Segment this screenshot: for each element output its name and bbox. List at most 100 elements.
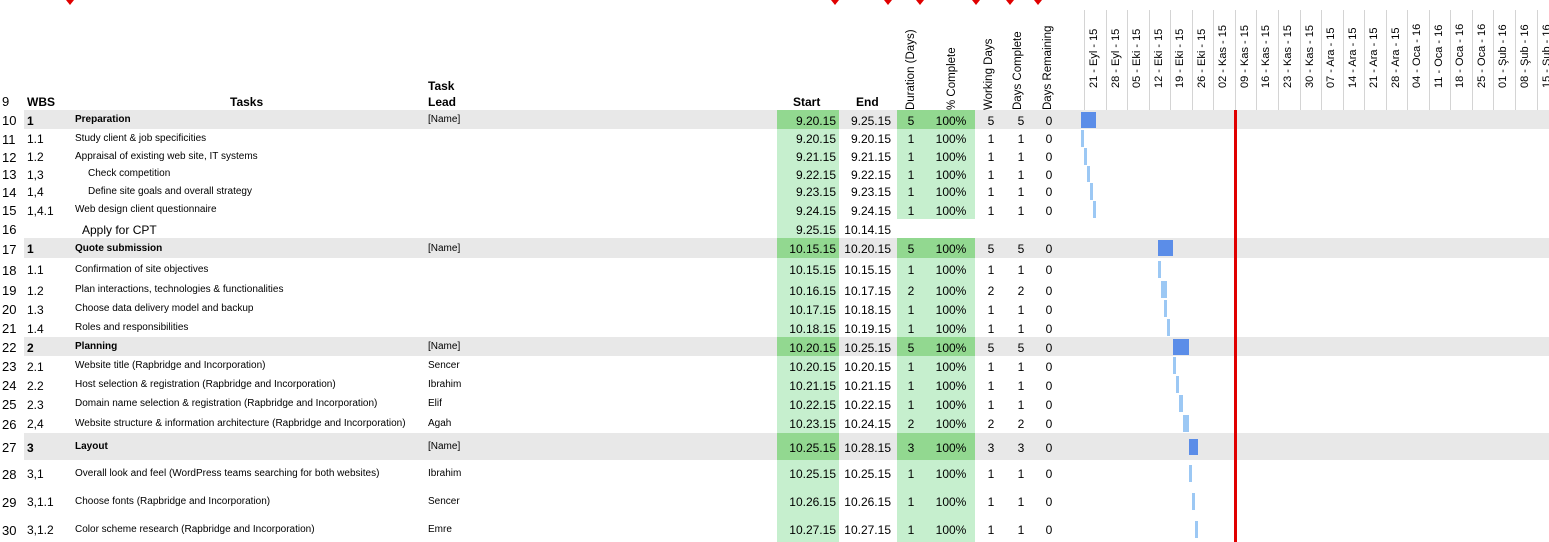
row-number[interactable]: 28 [2, 467, 24, 482]
gantt-task-bar[interactable] [1194, 520, 1198, 538]
days-complete-header[interactable]: Days Complete [1012, 31, 1024, 110]
task-lead-cell[interactable]: Elif [428, 398, 442, 409]
pct-complete-cell[interactable]: 100% [930, 441, 972, 455]
end-date-cell[interactable]: 10.27.15 [839, 523, 891, 537]
task-name-cell[interactable]: Check competition [88, 168, 170, 179]
end-date-cell[interactable]: 10.18.15 [839, 303, 891, 317]
days-remaining-cell[interactable]: 0 [1038, 263, 1060, 277]
working-days-cell[interactable]: 1 [980, 204, 1002, 218]
working-days-cell[interactable]: 3 [980, 441, 1002, 455]
pct-complete-cell[interactable]: 100% [930, 360, 972, 374]
days-complete-cell[interactable]: 1 [1010, 523, 1032, 537]
pct-complete-cell[interactable]: 100% [930, 150, 972, 164]
duration-cell[interactable]: 1 [900, 263, 922, 277]
task-name-cell[interactable]: Study client & job specificities [75, 133, 206, 144]
timeline-date-label[interactable]: 01 - Şub - 16 [1497, 24, 1509, 88]
gantt-task-bar[interactable] [1157, 260, 1161, 278]
end-date-cell[interactable]: 9.21.15 [839, 150, 891, 164]
days-complete-cell[interactable]: 1 [1010, 204, 1032, 218]
timeline-date-label[interactable]: 05 - Eki - 15 [1131, 29, 1143, 88]
task-name-cell[interactable]: Domain name selection & registration (Ra… [75, 398, 377, 409]
days-remaining-cell[interactable]: 0 [1038, 341, 1060, 355]
end-date-cell[interactable]: 10.22.15 [839, 398, 891, 412]
row-number[interactable]: 23 [2, 359, 24, 374]
working-days-cell[interactable]: 1 [980, 303, 1002, 317]
start-date-cell[interactable]: 10.27.15 [780, 523, 836, 537]
task-name-cell[interactable]: Apply for CPT [82, 223, 157, 237]
row-number[interactable]: 16 [2, 222, 24, 237]
working-days-cell[interactable]: 1 [980, 467, 1002, 481]
start-date-cell[interactable]: 10.17.15 [780, 303, 836, 317]
task-name-cell[interactable]: Host selection & registration (Rapbridge… [75, 379, 336, 390]
task-lead-cell[interactable]: Sencer [428, 360, 460, 371]
row-number[interactable]: 26 [2, 417, 24, 432]
duration-cell[interactable]: 1 [900, 379, 922, 393]
days-remaining-cell[interactable]: 0 [1038, 284, 1060, 298]
days-remaining-cell[interactable]: 0 [1038, 204, 1060, 218]
start-date-cell[interactable]: 10.25.15 [780, 441, 836, 455]
working-days-cell[interactable]: 5 [980, 114, 1002, 128]
working-days-cell[interactable]: 2 [980, 417, 1002, 431]
gantt-task-bar[interactable] [1160, 281, 1168, 298]
task-name-cell[interactable]: Planning [75, 341, 117, 352]
pct-complete-cell[interactable]: 100% [930, 322, 972, 336]
duration-cell[interactable]: 1 [900, 185, 922, 199]
timeline-date-label[interactable]: 09 - Kas - 15 [1239, 25, 1251, 88]
gantt-task-bar[interactable] [1087, 165, 1091, 182]
working-days-cell[interactable]: 2 [980, 284, 1002, 298]
working-days-cell[interactable]: 1 [980, 168, 1002, 182]
gantt-summary-bar[interactable] [1188, 438, 1198, 455]
pct-complete-cell[interactable]: 100% [930, 263, 972, 277]
duration-cell[interactable]: 1 [900, 398, 922, 412]
days-remaining-cell[interactable]: 0 [1038, 441, 1060, 455]
wbs-cell[interactable]: 3,1.1 [27, 495, 54, 509]
days-remaining-cell[interactable]: 0 [1038, 379, 1060, 393]
duration-cell[interactable]: 1 [900, 322, 922, 336]
end-header[interactable]: End [856, 95, 879, 109]
pct-complete-cell[interactable]: 100% [930, 417, 972, 431]
start-date-cell[interactable]: 10.22.15 [780, 398, 836, 412]
start-date-cell[interactable]: 9.23.15 [780, 185, 836, 199]
row-number-header[interactable]: 9 [2, 94, 24, 109]
duration-cell[interactable]: 1 [900, 150, 922, 164]
gantt-task-bar[interactable] [1090, 182, 1094, 200]
timeline-date-label[interactable]: 07 - Ara - 15 [1325, 27, 1337, 88]
start-date-cell[interactable]: 10.26.15 [780, 495, 836, 509]
start-date-cell[interactable]: 10.25.15 [780, 467, 836, 481]
gantt-task-bar[interactable] [1188, 464, 1192, 482]
task-lead-header[interactable]: Task [428, 79, 454, 93]
task-name-cell[interactable]: Define site goals and overall strategy [88, 186, 252, 197]
gantt-summary-bar[interactable] [1157, 240, 1174, 256]
working-days-header[interactable]: Working Days [983, 39, 995, 110]
start-date-cell[interactable]: 10.15.15 [780, 242, 836, 256]
task-name-cell[interactable]: Quote submission [75, 243, 162, 254]
timeline-date-label[interactable]: 26 - Eki - 15 [1196, 29, 1208, 88]
gantt-summary-bar[interactable] [1173, 338, 1189, 355]
days-complete-cell[interactable]: 5 [1010, 114, 1032, 128]
wbs-cell[interactable]: 1 [27, 242, 34, 256]
pct-complete-cell[interactable]: 100% [930, 114, 972, 128]
days-remaining-cell[interactable]: 0 [1038, 242, 1060, 256]
end-date-cell[interactable]: 9.20.15 [839, 132, 891, 146]
wbs-cell[interactable]: 2.1 [27, 360, 44, 374]
task-name-cell[interactable]: Confirmation of site objectives [75, 264, 208, 275]
duration-cell[interactable]: 1 [900, 132, 922, 146]
start-date-cell[interactable]: 10.20.15 [780, 360, 836, 374]
start-date-cell[interactable]: 9.22.15 [780, 168, 836, 182]
pct-complete-cell[interactable]: 100% [930, 204, 972, 218]
start-date-cell[interactable]: 9.20.15 [780, 114, 836, 128]
tasks-header[interactable]: Tasks [230, 95, 263, 109]
days-complete-cell[interactable]: 2 [1010, 417, 1032, 431]
task-name-cell[interactable]: Web design client questionnaire [75, 204, 217, 215]
gantt-task-bar[interactable] [1084, 147, 1088, 165]
days-remaining-cell[interactable]: 0 [1038, 523, 1060, 537]
gantt-task-bar[interactable] [1191, 492, 1195, 510]
task-name-cell[interactable]: Website title (Rapbridge and Incorporati… [75, 360, 265, 371]
days-remaining-header[interactable]: Days Remaining [1042, 26, 1054, 110]
row-number[interactable]: 25 [2, 397, 24, 412]
end-date-cell[interactable]: 10.28.15 [839, 441, 891, 455]
task-name-cell[interactable]: Roles and responsibilities [75, 322, 188, 333]
days-complete-cell[interactable]: 1 [1010, 168, 1032, 182]
timeline-date-label[interactable]: 14 - Ara - 15 [1347, 27, 1359, 88]
working-days-cell[interactable]: 1 [980, 263, 1002, 277]
